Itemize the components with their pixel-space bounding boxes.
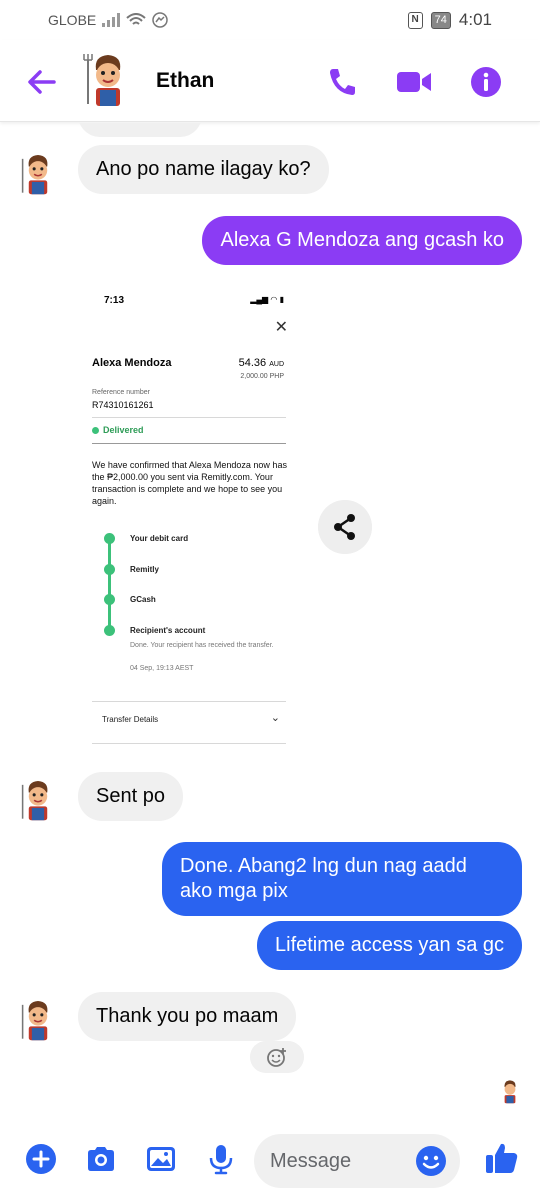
timeline-dot bbox=[104, 625, 115, 636]
divider bbox=[92, 743, 286, 744]
gallery-icon[interactable] bbox=[144, 1142, 178, 1176]
plus-icon[interactable] bbox=[24, 1142, 58, 1176]
back-arrow-icon[interactable] bbox=[22, 62, 62, 102]
timeline-line bbox=[108, 537, 111, 631]
receipt-image[interactable]: 7:13 ▂▄▆ ◠ ▮ ✕ Alexa Mendoza 54.36 AUD 2… bbox=[78, 283, 300, 763]
chat-header: Ethan bbox=[0, 40, 540, 122]
avatar[interactable] bbox=[18, 998, 58, 1044]
video-icon[interactable] bbox=[394, 62, 434, 102]
receipt-status-icons: ▂▄▆ ◠ ▮ bbox=[250, 295, 284, 304]
status-left: GLOBE bbox=[48, 12, 168, 28]
phone-icon[interactable] bbox=[322, 62, 362, 102]
incoming-message[interactable]: Sent po bbox=[78, 772, 183, 821]
receipt-amount: 54.36 AUD bbox=[238, 357, 284, 369]
step-label: Recipient's account bbox=[130, 626, 206, 635]
confirmation-text: We have confirmed that Alexa Mendoza now… bbox=[92, 460, 287, 506]
done-text: Done. Your recipient has received the tr… bbox=[130, 642, 274, 649]
battery-icon: 74 bbox=[430, 11, 451, 29]
receipt-time: 7:13 bbox=[104, 295, 125, 306]
emoji-icon[interactable] bbox=[414, 1144, 448, 1178]
composer-bar bbox=[0, 1128, 540, 1200]
avatar[interactable] bbox=[18, 778, 58, 824]
chevron-down-icon: ⌄ bbox=[270, 712, 280, 724]
messenger-notification-icon bbox=[152, 12, 168, 28]
receipt-date: 04 Sep, 19:13 AEST bbox=[130, 665, 194, 672]
step-label: GCash bbox=[130, 595, 156, 604]
avatar[interactable] bbox=[18, 152, 58, 198]
seen-avatar bbox=[504, 1080, 516, 1104]
divider bbox=[92, 443, 286, 444]
carrier-label: GLOBE bbox=[48, 12, 97, 28]
contact-name[interactable]: Ethan bbox=[156, 69, 214, 93]
status-bar: GLOBE N 74 4:01 bbox=[0, 0, 540, 40]
signal-icon bbox=[102, 13, 121, 27]
divider bbox=[92, 417, 286, 418]
outgoing-message[interactable]: Alexa G Mendoza ang gcash ko bbox=[202, 216, 522, 265]
add-reaction-icon[interactable] bbox=[250, 1041, 304, 1073]
clock: 4:01 bbox=[458, 10, 492, 29]
reference-label: Reference number bbox=[92, 389, 150, 396]
outgoing-message[interactable]: Done. Abang2 lng dun nag aadd ako mga pi… bbox=[162, 842, 522, 916]
transfer-details-label: Transfer Details bbox=[102, 715, 159, 724]
incoming-message[interactable]: Ano po name ilagay ko? bbox=[78, 145, 329, 194]
avatar[interactable] bbox=[82, 52, 134, 110]
receipt-recipient: Alexa Mendoza bbox=[92, 357, 172, 369]
step-label: Remitly bbox=[130, 565, 159, 574]
divider bbox=[92, 701, 286, 702]
thumbs-up-icon[interactable] bbox=[484, 1140, 520, 1176]
info-icon[interactable] bbox=[466, 62, 506, 102]
step-label: Your debit card bbox=[130, 534, 189, 543]
timeline-dot bbox=[104, 564, 115, 575]
wifi-icon bbox=[126, 13, 146, 25]
camera-icon[interactable] bbox=[84, 1142, 118, 1176]
microphone-icon[interactable] bbox=[204, 1142, 238, 1176]
timeline-dot bbox=[104, 533, 115, 544]
timeline-dot bbox=[104, 594, 115, 605]
conversation[interactable]: Ano po name ilagay ko? Alexa G Mendoza a… bbox=[0, 123, 540, 1128]
close-icon: ✕ bbox=[274, 319, 288, 336]
outgoing-message[interactable]: Lifetime access yan sa gc bbox=[257, 921, 522, 970]
reference-number: R74310161261 bbox=[92, 400, 154, 410]
incoming-message[interactable]: Thank you po maam bbox=[78, 992, 297, 1041]
status-dot-icon bbox=[92, 426, 99, 434]
receipt-amount-php: 2,000.00 PHP bbox=[240, 373, 284, 380]
delivered-status: Delivered bbox=[92, 425, 144, 435]
share-icon[interactable] bbox=[318, 500, 372, 554]
message-bubble-partial[interactable] bbox=[78, 123, 202, 137]
status-right: N 74 4:01 bbox=[407, 10, 492, 30]
nfc-icon: N bbox=[407, 11, 423, 29]
